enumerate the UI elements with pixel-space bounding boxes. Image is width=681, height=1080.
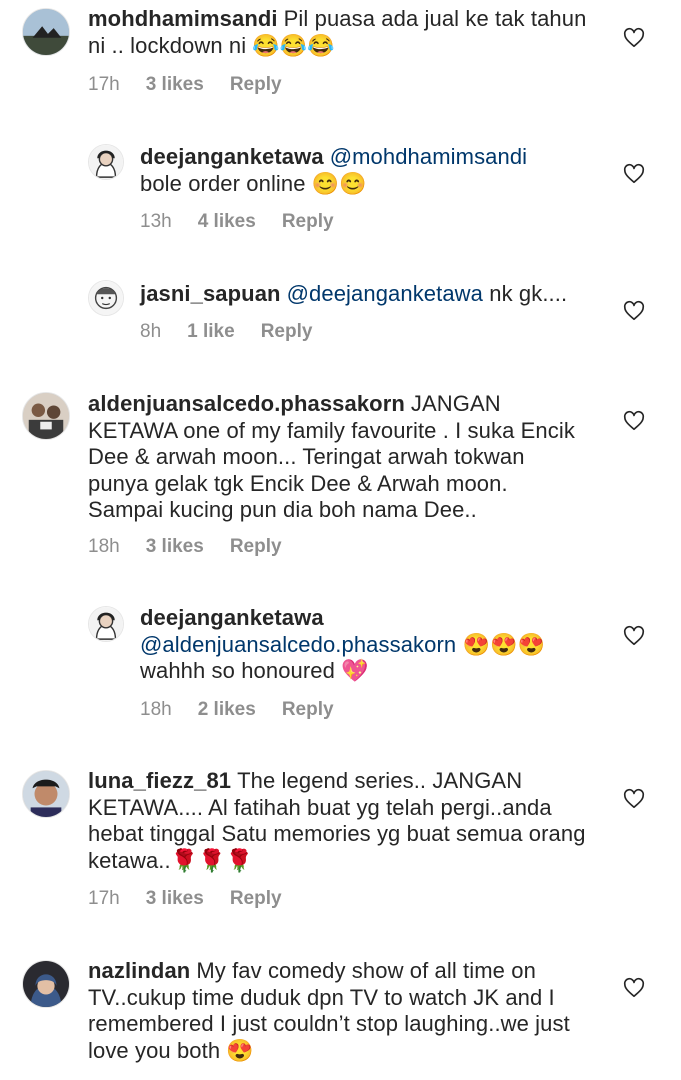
sketch-face-avatar[interactable]	[88, 280, 124, 316]
comment-meta: 8h 1 like Reply	[140, 321, 338, 343]
likes-count[interactable]: 3 likes	[146, 888, 204, 909]
likes-count[interactable]: 3 likes	[146, 536, 204, 557]
hijab-avatar[interactable]	[88, 144, 124, 180]
timestamp: 18h	[140, 699, 172, 720]
username[interactable]: mohdhamimsandi	[88, 6, 278, 31]
username[interactable]: luna_fiezz_81	[88, 768, 231, 793]
timestamp: 17h	[88, 74, 120, 95]
comment-text: luna_fiezz_81 The legend series.. JANGAN …	[88, 768, 588, 874]
hijab-selfie-avatar[interactable]	[22, 960, 70, 1008]
username[interactable]: jasni_sapuan	[140, 281, 281, 306]
comment-meta: 13h 4 likes Reply	[140, 211, 360, 233]
comment-meta: 17h 3 likes Reply	[88, 74, 308, 96]
username[interactable]: deejanganketawa	[140, 605, 324, 630]
likes-count[interactable]: 4 likes	[198, 211, 256, 232]
mention-link[interactable]: @aldenjuansalcedo.phassakorn	[140, 632, 456, 657]
likes-count[interactable]: 1 like	[187, 321, 235, 342]
comment-meta: 18h 2 likes Reply	[140, 699, 360, 721]
comment-text: aldenjuansalcedo.phassakorn JANGAN KETAWA…	[88, 391, 588, 524]
reply-button[interactable]: Reply	[282, 699, 334, 720]
like-heart-icon[interactable]	[623, 977, 645, 999]
likes-count[interactable]: 3 likes	[146, 74, 204, 95]
username[interactable]: nazlindan	[88, 958, 190, 983]
like-heart-icon[interactable]	[623, 625, 645, 647]
comment-meta: 17h 3 likes Reply	[88, 888, 308, 910]
comment-text: mohdhamimsandi Pil puasa ada jual ke tak …	[88, 6, 588, 59]
mention-link[interactable]: @mohdhamimsandi	[330, 144, 527, 169]
landscape-avatar[interactable]	[22, 8, 70, 56]
group-photo-avatar[interactable]	[22, 392, 70, 440]
comment-text: deejanganketawa @mohdhamimsandi bole order…	[140, 144, 590, 197]
hijab-avatar[interactable]	[88, 606, 124, 642]
comment-text: jasni_sapuan @deejanganketawa nk gk....	[140, 281, 600, 308]
like-heart-icon[interactable]	[623, 300, 645, 322]
comment-body: bole order online 😊😊	[140, 170, 367, 196]
timestamp: 18h	[88, 536, 120, 557]
username[interactable]: deejanganketawa	[140, 144, 324, 169]
like-heart-icon[interactable]	[623, 788, 645, 810]
comment-text: nazlindan My fav comedy show of all time …	[88, 958, 588, 1064]
reply-button[interactable]: Reply	[230, 888, 282, 909]
reply-button[interactable]: Reply	[230, 536, 282, 557]
username[interactable]: aldenjuansalcedo.phassakorn	[88, 391, 405, 416]
timestamp: 17h	[88, 888, 120, 909]
reply-button[interactable]: Reply	[282, 211, 334, 232]
timestamp: 8h	[140, 321, 162, 342]
face-avatar[interactable]	[22, 770, 70, 818]
like-heart-icon[interactable]	[623, 27, 645, 49]
timestamp: 13h	[140, 211, 172, 232]
mention-link[interactable]: @deejanganketawa	[287, 281, 483, 306]
like-heart-icon[interactable]	[623, 163, 645, 185]
like-heart-icon[interactable]	[623, 410, 645, 432]
comment-meta: 18h 3 likes Reply	[88, 536, 308, 558]
likes-count[interactable]: 2 likes	[198, 699, 256, 720]
comment-text: deejanganketawa @aldenjuansalcedo.phassak…	[140, 605, 600, 685]
reply-button[interactable]: Reply	[261, 321, 313, 342]
comment-body: nk gk....	[489, 281, 568, 306]
reply-button[interactable]: Reply	[230, 74, 282, 95]
